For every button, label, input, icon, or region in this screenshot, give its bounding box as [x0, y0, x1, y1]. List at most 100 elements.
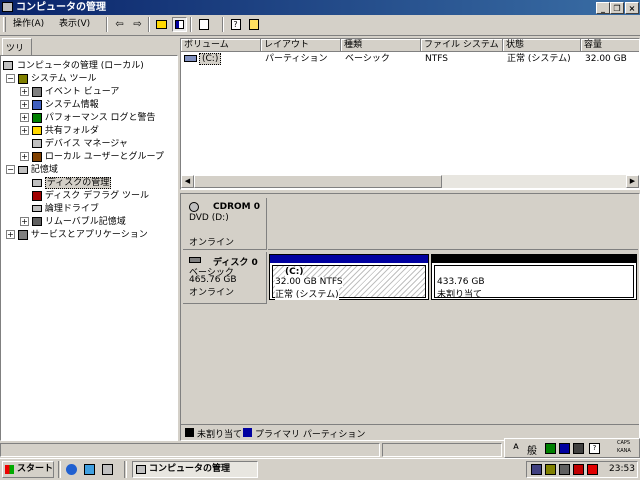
collapse-system-tools[interactable]: − — [6, 74, 15, 83]
column-header-status[interactable]: 状態 — [503, 39, 581, 52]
legend-primary-swatch — [243, 428, 252, 437]
expand-removable-storage[interactable]: + — [20, 217, 29, 226]
toolbar-separator-3 — [190, 17, 192, 32]
network-icon[interactable] — [531, 464, 542, 475]
partition-c-header — [270, 255, 428, 263]
ie-icon[interactable] — [66, 464, 77, 475]
menu-view[interactable]: 表示(V) — [59, 17, 90, 32]
cdrom-name: CDROM 0 — [213, 202, 261, 212]
caps-label: CAPS — [617, 440, 631, 446]
task-separator — [124, 461, 127, 478]
tree-root[interactable]: コンピュータの管理 (ローカル) — [3, 60, 144, 72]
help-icon[interactable]: ? — [228, 17, 243, 32]
expand-system-info[interactable]: + — [20, 100, 29, 109]
expand-event-viewer[interactable]: + — [20, 87, 29, 96]
start-label: スタート — [17, 464, 54, 474]
column-header-volume[interactable]: ボリューム — [181, 39, 261, 52]
tree-item-storage[interactable]: 記憶域 — [18, 164, 58, 176]
tree-label: 論理ドライブ — [44, 204, 99, 214]
cell-status: 正常 (システム) — [507, 54, 571, 64]
window-title: コンピュータの管理 — [16, 2, 106, 13]
printer-icon[interactable] — [559, 464, 570, 475]
dictionary-icon[interactable] — [559, 443, 570, 454]
ime-mode[interactable]: 般 — [527, 442, 537, 457]
volume-list: ボリューム レイアウト 種類 ファイル システム 状態 容量 (C:) パーティ… — [180, 38, 640, 190]
computer-management-icon — [136, 465, 146, 474]
minimize-button[interactable]: _ — [596, 2, 610, 14]
start-button[interactable]: スタート — [2, 461, 54, 478]
cdrom-label-box[interactable]: CDROM 0 DVD (D:) オンライン — [183, 198, 267, 250]
scroll-right-button[interactable]: ▶ — [626, 175, 639, 188]
cdrom-empty-area[interactable] — [268, 198, 638, 250]
status-bar-mid — [382, 443, 502, 457]
scroll-thumb[interactable] — [194, 175, 442, 188]
properties-icon[interactable] — [196, 17, 211, 32]
cell-volume: (C:) — [199, 53, 222, 65]
unallocated-size: 433.76 GB — [437, 277, 485, 287]
volume-icon[interactable] — [545, 464, 556, 475]
ime-pad-icon[interactable] — [545, 443, 556, 454]
tree-item-shared-folders[interactable]: 共有フォルダ — [32, 125, 99, 137]
tree-item-disk-management[interactable]: ディスクの管理 — [32, 177, 112, 189]
outlook-express-icon[interactable] — [84, 464, 95, 475]
export-list-icon[interactable] — [246, 17, 261, 32]
show-hide-tree-icon[interactable] — [172, 17, 187, 32]
column-header-layout[interactable]: レイアウト — [261, 39, 341, 52]
task-label: コンピュータの管理 — [149, 464, 231, 474]
expand-shared-folders[interactable]: + — [20, 126, 29, 135]
tree-item-defrag[interactable]: ディスク デフラグ ツール — [32, 190, 149, 202]
title-bar[interactable]: コンピュータの管理 _ ❐ × — [0, 0, 640, 15]
legend-unallocated-label: 未割り当て — [197, 430, 243, 440]
forward-arrow-icon[interactable]: ⇨ — [130, 17, 145, 32]
table-row[interactable]: (C:) パーティション ベーシック NTFS 正常 (システム) 32.00 … — [181, 53, 639, 65]
defrag-icon — [32, 190, 42, 201]
column-header-type[interactable]: 種類 — [341, 39, 421, 52]
cdrom-status: オンライン — [189, 238, 235, 248]
tab-tree[interactable]: ツリー — [2, 38, 32, 67]
menu-action[interactable]: 操作(A) — [13, 17, 44, 32]
handwriting-icon[interactable] — [573, 443, 584, 454]
menu-toolbar — [0, 15, 640, 36]
status-bar-left — [0, 443, 380, 457]
tree-item-event-viewer[interactable]: イベント ビューア — [32, 86, 119, 98]
ime-icon[interactable]: ᴀ — [513, 441, 519, 452]
pen-icon[interactable] — [573, 464, 584, 475]
partition-c[interactable]: (C:) 32.00 GB NTFS 正常 (システム) — [269, 254, 429, 300]
tree-item-local-users[interactable]: ローカル ユーザーとグループ — [32, 151, 164, 163]
expand-performance[interactable]: + — [20, 113, 29, 122]
horizontal-scrollbar[interactable]: ◀ ▶ — [181, 175, 639, 188]
partition-unallocated[interactable]: 433.76 GB 未割り当て — [431, 254, 637, 300]
partition-c-label: (C:) — [285, 267, 304, 277]
column-header-capacity[interactable]: 容量 — [581, 39, 639, 52]
ime-help-icon[interactable]: ? — [589, 443, 600, 454]
tree-item-removable-storage[interactable]: リムーバブル記憶域 — [32, 216, 126, 228]
tree-item-system-tools[interactable]: システム ツール — [18, 73, 96, 85]
column-header-filesystem[interactable]: ファイル システム — [421, 39, 503, 52]
unallocated-body: 433.76 GB 未割り当て — [434, 265, 634, 300]
tree-item-device-manager[interactable]: デバイス マネージャ — [32, 138, 128, 150]
tree-item-system-info[interactable]: システム情報 — [32, 99, 99, 111]
close-button[interactable]: × — [625, 2, 639, 14]
tree-label: イベント ビューア — [44, 87, 120, 97]
computer-management-icon — [3, 61, 13, 70]
restore-button[interactable]: ❐ — [610, 2, 624, 14]
clock: 23:53 — [609, 464, 635, 474]
expand-local-users[interactable]: + — [20, 152, 29, 161]
tree-item-performance[interactable]: パフォーマンス ログと警告 — [32, 112, 156, 124]
ati-icon[interactable] — [587, 464, 598, 475]
scroll-left-button[interactable]: ◀ — [181, 175, 194, 188]
windows-logo-icon — [5, 465, 14, 474]
expand-services-apps[interactable]: + — [6, 230, 15, 239]
toolbar-separator-2 — [148, 17, 150, 32]
taskbar-button-computer-management[interactable]: コンピュータの管理 — [132, 461, 258, 478]
back-arrow-icon[interactable]: ⇦ — [112, 17, 127, 32]
tree-item-services-apps[interactable]: サービスとアプリケーション — [18, 229, 148, 241]
tree-label: システム情報 — [44, 100, 99, 110]
up-folder-icon[interactable] — [154, 17, 169, 32]
tree-item-logical-drives[interactable]: 論理ドライブ — [32, 203, 99, 215]
collapse-storage[interactable]: − — [6, 165, 15, 174]
show-desktop-icon[interactable] — [102, 464, 113, 475]
disk0-label-box[interactable]: ディスク 0 ベーシック 465.76 GB オンライン — [183, 252, 267, 304]
language-bar[interactable]: ᴀ 般 ? CAPS KANA — [504, 438, 640, 458]
cell-filesystem: NTFS — [425, 54, 448, 64]
